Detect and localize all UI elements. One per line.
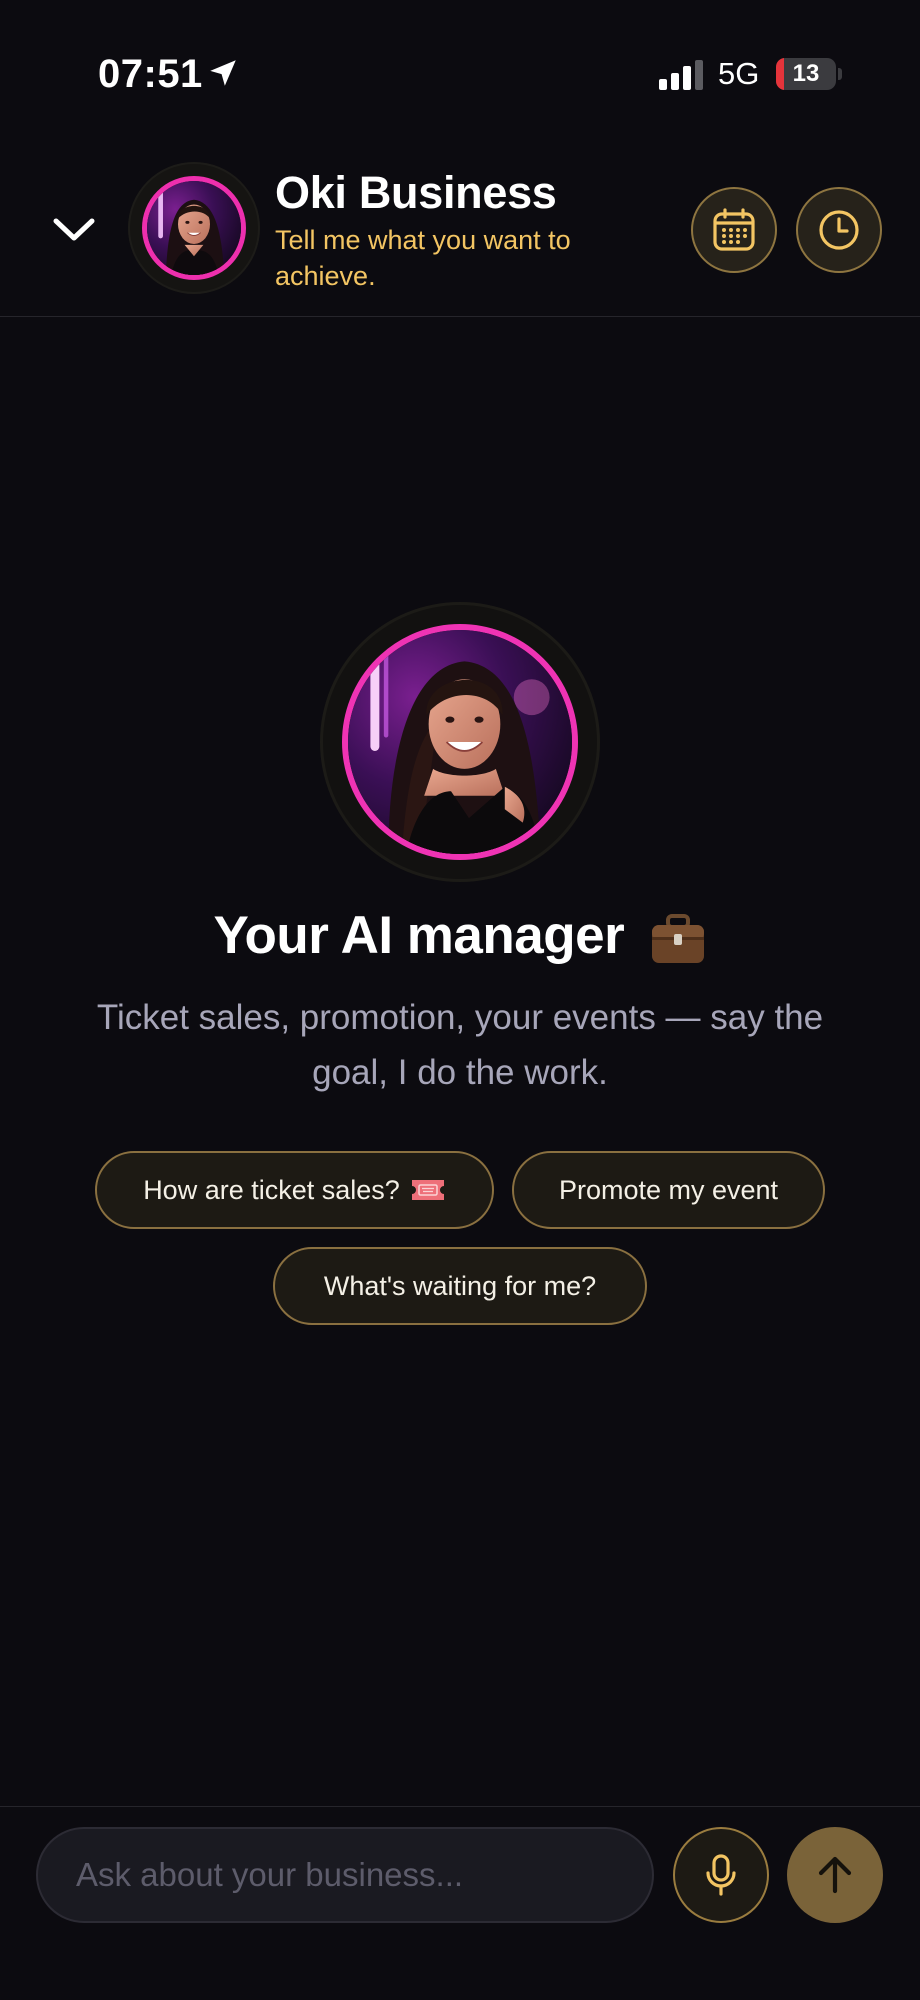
signal-bars-icon: [659, 60, 703, 90]
suggestion-label: What's waiting for me?: [323, 1270, 597, 1301]
status-bar: 07:51 5G 13: [0, 0, 920, 150]
battery-icon: 13: [776, 58, 836, 90]
hero-title: Your AI manager: [0, 905, 920, 966]
hero-description: Ticket sales, promotion, your events — s…: [96, 998, 824, 1092]
app-title: Oki Business: [275, 167, 557, 218]
message-input-box[interactable]: [36, 1827, 654, 1923]
microphone-icon: [706, 1854, 736, 1896]
ticket-icon: [411, 1180, 444, 1200]
calendar-icon: [713, 208, 755, 251]
history-button[interactable]: [796, 187, 882, 273]
suggestion-promote-event[interactable]: Promote my event: [512, 1151, 825, 1229]
location-arrow-icon: [210, 60, 236, 86]
network-label: 5G: [718, 56, 760, 91]
arrow-up-icon: [818, 1856, 852, 1894]
hero-avatar: [320, 602, 600, 882]
microphone-button[interactable]: [673, 1827, 769, 1923]
suggestion-ticket-sales[interactable]: How are ticket sales?: [95, 1151, 494, 1229]
battery-tip: [838, 68, 842, 80]
message-input[interactable]: [76, 1856, 614, 1894]
briefcase-icon: [652, 914, 705, 963]
avatar[interactable]: [128, 162, 260, 294]
chevron-down-icon: [53, 218, 95, 241]
app-subtitle: Tell me what you want to achieve.: [275, 225, 571, 291]
clock-icon: [819, 210, 859, 250]
composer: [0, 1806, 920, 2000]
collapse-button[interactable]: [44, 205, 104, 255]
calendar-button[interactable]: [691, 187, 777, 273]
avatar-image: [142, 176, 246, 280]
hero-avatar-image: [342, 624, 578, 860]
suggestion-label: Promote my event: [558, 1174, 779, 1205]
battery-percent: 13: [792, 60, 820, 87]
status-time: 07:51: [98, 52, 203, 96]
chat-header: Oki Business Tell me what you want to ac…: [0, 150, 920, 317]
suggestion-label: How are ticket sales?: [143, 1174, 400, 1205]
screen: 07:51 5G 13 Oki Business Tell me what yo…: [0, 0, 920, 2000]
hero-title-text: Your AI manager: [213, 906, 625, 965]
send-button[interactable]: [787, 1827, 883, 1923]
suggestion-whats-waiting[interactable]: What's waiting for me?: [273, 1247, 647, 1325]
